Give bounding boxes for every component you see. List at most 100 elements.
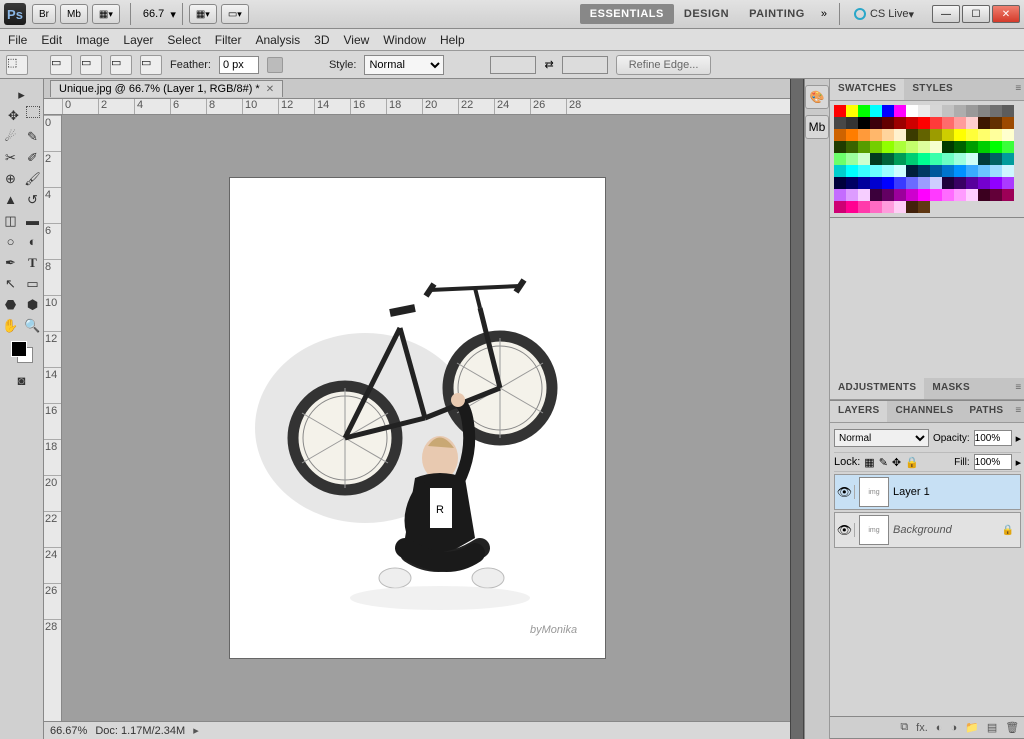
tab-close-icon[interactable]: ✕ bbox=[266, 84, 274, 95]
swatch[interactable] bbox=[954, 165, 966, 177]
swatch[interactable] bbox=[942, 189, 954, 201]
lock-all-icon[interactable]: 🔒 bbox=[905, 456, 919, 469]
arrange-dropdown[interactable]: ▦ bbox=[189, 4, 217, 24]
swatch[interactable] bbox=[906, 189, 918, 201]
dodge-tool[interactable]: ◐ bbox=[23, 232, 43, 251]
crop-tool[interactable]: ✂ bbox=[1, 148, 21, 167]
layer-mask-icon[interactable]: ◐ bbox=[936, 722, 943, 734]
swatch[interactable] bbox=[894, 105, 906, 117]
swatch[interactable] bbox=[894, 177, 906, 189]
zoom-dropdown-icon[interactable]: ▾ bbox=[170, 8, 176, 21]
new-selection-icon[interactable]: ▭ bbox=[50, 55, 72, 75]
hand-tool[interactable]: ✋ bbox=[1, 316, 21, 335]
swatch[interactable] bbox=[918, 189, 930, 201]
document-tab[interactable]: Unique.jpg @ 66.7% (Layer 1, RGB/8#) * ✕ bbox=[50, 80, 283, 97]
workspace-more-icon[interactable]: » bbox=[815, 8, 833, 20]
swatch[interactable] bbox=[834, 165, 846, 177]
swatch[interactable] bbox=[846, 153, 858, 165]
swatch[interactable] bbox=[966, 141, 978, 153]
swatch[interactable] bbox=[906, 105, 918, 117]
3d-camera-tool[interactable]: ⬢ bbox=[23, 295, 43, 314]
menu-file[interactable]: File bbox=[8, 33, 27, 47]
swatch[interactable] bbox=[858, 141, 870, 153]
swatch[interactable] bbox=[1002, 153, 1014, 165]
swatch[interactable] bbox=[978, 189, 990, 201]
layer-style-icon[interactable]: fx. bbox=[916, 722, 928, 734]
swatch[interactable] bbox=[858, 117, 870, 129]
status-more-icon[interactable]: ▸ bbox=[193, 724, 199, 737]
swatch[interactable] bbox=[930, 141, 942, 153]
swatch[interactable] bbox=[858, 105, 870, 117]
swatch[interactable] bbox=[882, 117, 894, 129]
swatch[interactable] bbox=[978, 105, 990, 117]
swatch[interactable] bbox=[918, 165, 930, 177]
swatch[interactable] bbox=[918, 201, 930, 213]
status-docsize[interactable]: Doc: 1.17M/2.34M bbox=[95, 725, 185, 737]
swatch[interactable] bbox=[918, 117, 930, 129]
swatch[interactable] bbox=[882, 105, 894, 117]
minimize-button[interactable]: — bbox=[932, 5, 960, 23]
swatch[interactable] bbox=[1002, 189, 1014, 201]
swatch[interactable] bbox=[858, 129, 870, 141]
move-tool[interactable]: ✥ bbox=[4, 106, 24, 125]
add-selection-icon[interactable]: ▭ bbox=[80, 55, 102, 75]
adjustment-layer-icon[interactable]: ◑ bbox=[950, 722, 957, 734]
swatch[interactable] bbox=[834, 177, 846, 189]
swatch[interactable] bbox=[954, 189, 966, 201]
menu-select[interactable]: Select bbox=[167, 33, 200, 47]
brush-tool[interactable]: 🖌 bbox=[23, 169, 43, 188]
layer-name[interactable]: Background bbox=[893, 524, 952, 536]
swatch[interactable] bbox=[954, 129, 966, 141]
lock-pixels-icon[interactable]: ✎ bbox=[879, 456, 888, 469]
channels-tab[interactable]: CHANNELS bbox=[887, 401, 961, 422]
workspace-essentials[interactable]: ESSENTIALS bbox=[580, 4, 674, 24]
layer-name[interactable]: Layer 1 bbox=[893, 486, 930, 498]
workspace-design[interactable]: DESIGN bbox=[674, 4, 739, 24]
swatch[interactable] bbox=[942, 165, 954, 177]
swatch[interactable] bbox=[846, 117, 858, 129]
swatch[interactable] bbox=[882, 153, 894, 165]
swatch[interactable] bbox=[930, 129, 942, 141]
swatches-grid[interactable] bbox=[830, 101, 1024, 217]
ruler-horizontal[interactable]: 0246810121416182022242628 bbox=[44, 99, 790, 115]
swatch[interactable] bbox=[834, 117, 846, 129]
swatch[interactable] bbox=[942, 141, 954, 153]
swatch[interactable] bbox=[954, 153, 966, 165]
link-layers-icon[interactable]: ⧉ bbox=[900, 721, 908, 734]
adjustments-tab[interactable]: ADJUSTMENTS bbox=[830, 378, 924, 399]
swatch[interactable] bbox=[918, 141, 930, 153]
intersect-selection-icon[interactable]: ▭ bbox=[140, 55, 162, 75]
refine-edge-button[interactable]: Refine Edge... bbox=[616, 55, 712, 75]
swatch[interactable] bbox=[978, 117, 990, 129]
swatch[interactable] bbox=[906, 117, 918, 129]
close-button[interactable]: ✕ bbox=[992, 5, 1020, 23]
swatch[interactable] bbox=[1002, 117, 1014, 129]
swatch[interactable] bbox=[906, 129, 918, 141]
feather-input[interactable] bbox=[219, 56, 259, 74]
swatch[interactable] bbox=[870, 141, 882, 153]
swatch[interactable] bbox=[906, 153, 918, 165]
swatch[interactable] bbox=[918, 153, 930, 165]
swatch[interactable] bbox=[942, 117, 954, 129]
bridge-button[interactable]: Br bbox=[32, 4, 56, 24]
swatch[interactable] bbox=[966, 129, 978, 141]
swatch[interactable] bbox=[858, 177, 870, 189]
fill-input[interactable] bbox=[974, 454, 1012, 470]
menu-3d[interactable]: 3D bbox=[314, 33, 329, 47]
swatch[interactable] bbox=[1002, 105, 1014, 117]
swatch[interactable] bbox=[834, 189, 846, 201]
swatch[interactable] bbox=[942, 153, 954, 165]
swatch[interactable] bbox=[1002, 141, 1014, 153]
layers-tab[interactable]: LAYERS bbox=[830, 401, 887, 422]
minibridge-panel-icon[interactable]: Mb bbox=[805, 115, 829, 139]
screenmode-dropdown[interactable]: ▭ bbox=[221, 4, 249, 24]
layer-thumbnail[interactable]: img bbox=[859, 477, 889, 507]
swatch[interactable] bbox=[882, 129, 894, 141]
swatch[interactable] bbox=[930, 105, 942, 117]
swatch[interactable] bbox=[894, 129, 906, 141]
swatch[interactable] bbox=[918, 129, 930, 141]
new-layer-icon[interactable]: ▤ bbox=[987, 721, 997, 734]
style-select[interactable]: Normal bbox=[364, 55, 444, 75]
swatch[interactable] bbox=[894, 117, 906, 129]
swatches-tab[interactable]: SWATCHES bbox=[830, 79, 904, 100]
